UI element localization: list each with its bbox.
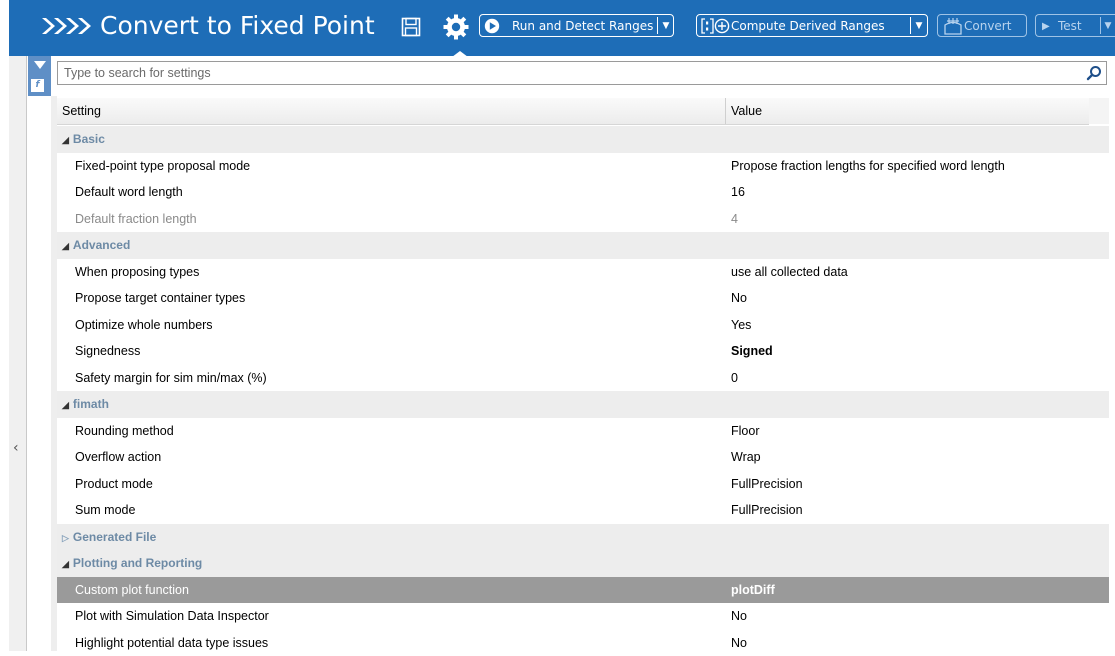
outer-left-margin <box>0 56 9 651</box>
setting-label: When proposing types <box>75 265 199 279</box>
collapsed-side-panel[interactable] <box>9 56 27 651</box>
app-title: Convert to Fixed Point <box>100 8 375 44</box>
table-row[interactable]: Overflow action Wrap <box>57 444 1109 471</box>
setting-value[interactable]: No <box>731 609 747 623</box>
settings-gear-icon[interactable] <box>443 14 469 40</box>
setting-value[interactable]: 0 <box>731 371 738 385</box>
setting-value: 4 <box>731 212 738 226</box>
expand-down-icon[interactable]: ◢ <box>62 241 69 251</box>
setting-label: Custom plot function <box>75 583 189 597</box>
table-row[interactable]: Propose target container types No <box>57 285 1109 312</box>
expand-down-icon[interactable]: ◢ <box>62 400 69 410</box>
active-settings-indicator <box>452 51 468 57</box>
toolbar-left-margin <box>0 0 9 56</box>
expand-down-icon[interactable]: ◢ <box>62 135 69 145</box>
table-row[interactable]: Optimize whole numbers Yes <box>57 312 1109 339</box>
setting-label: Default fraction length <box>75 212 197 226</box>
setting-label: Signedness <box>75 344 140 358</box>
group-label: Advanced <box>73 238 130 252</box>
setting-label: Propose target container types <box>75 291 245 305</box>
group-plotting-reporting[interactable]: ◢ Plotting and Reporting <box>57 550 1109 577</box>
setting-value[interactable]: use all collected data <box>731 265 848 279</box>
filter-dropdown-icon <box>34 61 46 69</box>
group-basic[interactable]: ◢ Basic <box>57 126 1109 153</box>
group-fimath[interactable]: ◢ fimath <box>57 391 1109 418</box>
table-body: ◢ Basic Fixed-point type proposal mode Pr… <box>57 126 1109 656</box>
expand-right-icon[interactable]: ▷ <box>62 533 69 543</box>
table-row[interactable]: Plot with Simulation Data Inspector No <box>57 603 1109 630</box>
table-row: Default fraction length 4 <box>57 206 1109 233</box>
group-generated-file[interactable]: ▷ Generated File <box>57 524 1109 551</box>
setting-label: Sum mode <box>75 503 135 517</box>
setting-label: Plot with Simulation Data Inspector <box>75 609 269 623</box>
setting-value[interactable]: Wrap <box>731 450 761 464</box>
group-advanced[interactable]: ◢ Advanced <box>57 232 1109 259</box>
setting-label: Fixed-point type proposal mode <box>75 159 250 173</box>
toolbar: Convert to Fixed Point Run and Detect Ra… <box>0 0 1115 56</box>
table-header: Setting Value <box>57 98 1089 125</box>
settings-search-box[interactable] <box>57 61 1107 85</box>
table-row[interactable]: When proposing types use all collected d… <box>57 259 1109 286</box>
setting-label: Rounding method <box>75 424 174 438</box>
app-logo-icon <box>42 14 92 38</box>
setting-column-header[interactable]: Setting <box>62 104 101 118</box>
run-detect-ranges-label: Run and Detect Ranges <box>512 15 653 38</box>
setting-value[interactable]: FullPrecision <box>731 503 803 517</box>
test-label: Test <box>1058 15 1082 38</box>
setting-value[interactable]: Propose fraction lengths for specified w… <box>731 159 1005 173</box>
table-row[interactable]: Product mode FullPrecision <box>57 471 1109 498</box>
save-icon[interactable] <box>401 17 421 37</box>
table-row[interactable]: Fixed-point type proposal mode Propose f… <box>57 153 1109 180</box>
compute-derived-ranges-button[interactable]: Compute Derived Ranges ▼ <box>696 14 928 37</box>
chevron-down-icon[interactable]: ▼ <box>912 15 926 38</box>
table-row[interactable]: Signedness Signed <box>57 338 1109 365</box>
table-row[interactable]: Safety margin for sim min/max (%) 0 <box>57 365 1109 392</box>
setting-label: Overflow action <box>75 450 161 464</box>
setting-label: Product mode <box>75 477 153 491</box>
table-row[interactable]: Highlight potential data type issues No <box>57 630 1109 656</box>
setting-value[interactable]: No <box>731 636 747 650</box>
setting-value[interactable]: Floor <box>731 424 759 438</box>
setting-label: Safety margin for sim min/max (%) <box>75 371 267 385</box>
setting-label: Default word length <box>75 185 183 199</box>
expand-down-icon[interactable]: ◢ <box>62 559 69 569</box>
compute-ranges-icon <box>701 18 731 34</box>
group-label: fimath <box>73 397 109 411</box>
setting-value[interactable]: No <box>731 291 747 305</box>
search-icon[interactable] <box>1086 65 1102 81</box>
setting-label: Optimize whole numbers <box>75 318 213 332</box>
setting-value[interactable]: plotDiff <box>731 583 775 597</box>
group-label: Plotting and Reporting <box>73 556 202 570</box>
table-row[interactable]: Rounding method Floor <box>57 418 1109 445</box>
chevron-down-icon[interactable]: ▼ <box>659 15 673 38</box>
chevron-down-icon[interactable]: ▼ <box>1101 15 1115 38</box>
setting-value[interactable]: 16 <box>731 185 745 199</box>
setting-value[interactable]: Signed <box>731 344 773 358</box>
convert-button[interactable]: Convert <box>937 14 1027 37</box>
run-detect-ranges-button[interactable]: Run and Detect Ranges ▼ <box>479 14 674 37</box>
test-button[interactable]: ▶ Test ▼ <box>1035 14 1115 37</box>
function-icon: f <box>31 79 44 92</box>
table-row[interactable]: Sum mode FullPrecision <box>57 497 1109 524</box>
compute-derived-ranges-label: Compute Derived Ranges <box>731 15 885 38</box>
setting-value[interactable]: FullPrecision <box>731 477 803 491</box>
table-row-selected[interactable]: Custom plot function plotDiff <box>57 577 1109 604</box>
convert-icon <box>943 17 963 35</box>
play-icon <box>484 18 500 34</box>
table-row[interactable]: Default word length 16 <box>57 179 1109 206</box>
setting-label: Highlight potential data type issues <box>75 636 268 650</box>
chevron-left-icon[interactable]: ‹ <box>13 440 19 456</box>
setting-value[interactable]: Yes <box>731 318 751 332</box>
play-icon: ▶ <box>1042 15 1050 38</box>
search-input[interactable] <box>58 62 1085 84</box>
value-column-header[interactable]: Value <box>731 104 762 118</box>
convert-label: Convert <box>964 15 1011 38</box>
group-label: Basic <box>73 132 105 146</box>
group-label: Generated File <box>73 530 156 544</box>
